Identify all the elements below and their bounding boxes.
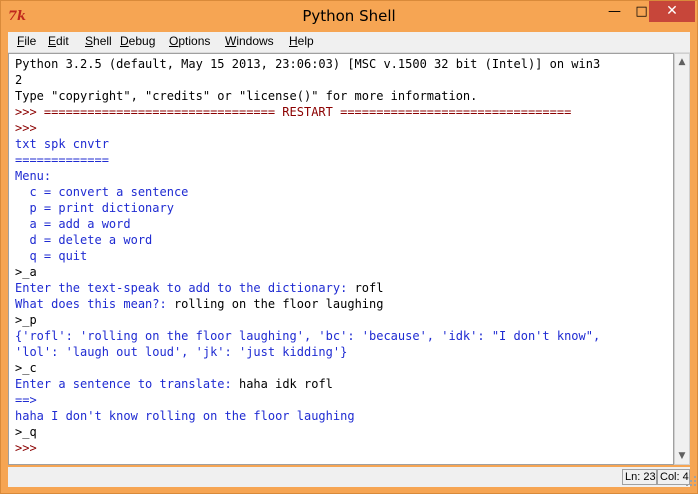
shell-line: {'rofl': 'rolling on the floor laughing'… <box>15 329 601 343</box>
shell-line: 'lol': 'laugh out loud', 'jk': 'just kid… <box>15 345 348 359</box>
shell-line: a = add a word <box>15 217 131 231</box>
window-title: Python Shell <box>302 7 396 25</box>
menu-windows[interactable]: Windows <box>225 34 274 48</box>
resize-grip-icon[interactable] <box>685 475 697 487</box>
shell-line: >_a <box>15 265 37 279</box>
menu-debug[interactable]: Debug <box>120 34 155 48</box>
menu-options[interactable]: Options <box>169 34 210 48</box>
shell-line: >>> ================================ RES… <box>15 105 572 119</box>
shell-line: d = delete a word <box>15 233 153 247</box>
shell-text-area[interactable]: Python 3.2.5 (default, May 15 2013, 23:0… <box>8 53 674 465</box>
shell-line: haha I don't know rolling on the floor l… <box>15 409 355 423</box>
close-icon: ✕ <box>666 3 678 19</box>
close-button[interactable]: ✕ <box>649 1 695 22</box>
line-number-status: Ln: 23 <box>622 469 657 485</box>
shell-line: txt spk cnvtr <box>15 137 109 151</box>
shell-line: >>> <box>15 441 37 455</box>
minimize-button[interactable]: — <box>601 1 628 22</box>
shell-line: What does this mean?: rolling on the flo… <box>15 296 383 312</box>
menu-file[interactable]: File <box>17 34 36 48</box>
shell-line: q = quit <box>15 249 88 263</box>
menu-bar: File Edit Shell Debug Options Windows Help <box>8 32 690 53</box>
shell-line: >_c <box>15 361 37 375</box>
vertical-scrollbar[interactable]: ▲ ▼ <box>674 53 690 465</box>
scroll-down-arrow-icon[interactable]: ▼ <box>675 448 689 464</box>
shell-line: c = convert a sentence <box>15 185 189 199</box>
user-input-text: haha idk rofl <box>238 377 333 391</box>
prompt-text: What does this mean?: <box>15 297 174 311</box>
user-input-text: rofl <box>354 281 384 295</box>
shell-line: Menu: <box>15 169 52 183</box>
minimize-icon: — <box>608 4 621 19</box>
shell-line: Enter a sentence to translate: haha idk … <box>15 376 333 392</box>
menu-edit[interactable]: Edit <box>48 34 69 48</box>
menu-help[interactable]: Help <box>289 34 314 48</box>
shell-line: ============= <box>15 153 109 167</box>
shell-line: >>> <box>15 121 37 135</box>
shell-line: Python 3.2.5 (default, May 15 2013, 23:0… <box>15 57 601 71</box>
shell-line: Enter the text-speak to add to the dicti… <box>15 280 383 296</box>
shell-line: >_p <box>15 313 37 327</box>
python-shell-window: 7k Python Shell — □ ✕ File Edit Shell Debug… <box>0 0 698 494</box>
title-bar[interactable]: 7k Python Shell — □ ✕ <box>1 1 697 32</box>
user-input-text: rolling on the floor laughing <box>173 297 384 311</box>
prompt-text: Enter a sentence to translate: <box>15 377 239 391</box>
scroll-up-arrow-icon[interactable]: ▲ <box>675 54 689 70</box>
shell-line: 2 <box>15 73 23 87</box>
shell-line: p = print dictionary <box>15 201 174 215</box>
shell-line: Type "copyright", "credits" or "license(… <box>15 89 478 103</box>
shell-line: ==> <box>15 393 37 407</box>
shell-line: >_q <box>15 425 37 439</box>
status-bar: Ln: 23 Col: 4 <box>8 467 690 487</box>
menu-shell[interactable]: Shell <box>85 34 112 48</box>
prompt-text: Enter the text-speak to add to the dicti… <box>15 281 355 295</box>
maximize-icon: □ <box>635 4 648 19</box>
